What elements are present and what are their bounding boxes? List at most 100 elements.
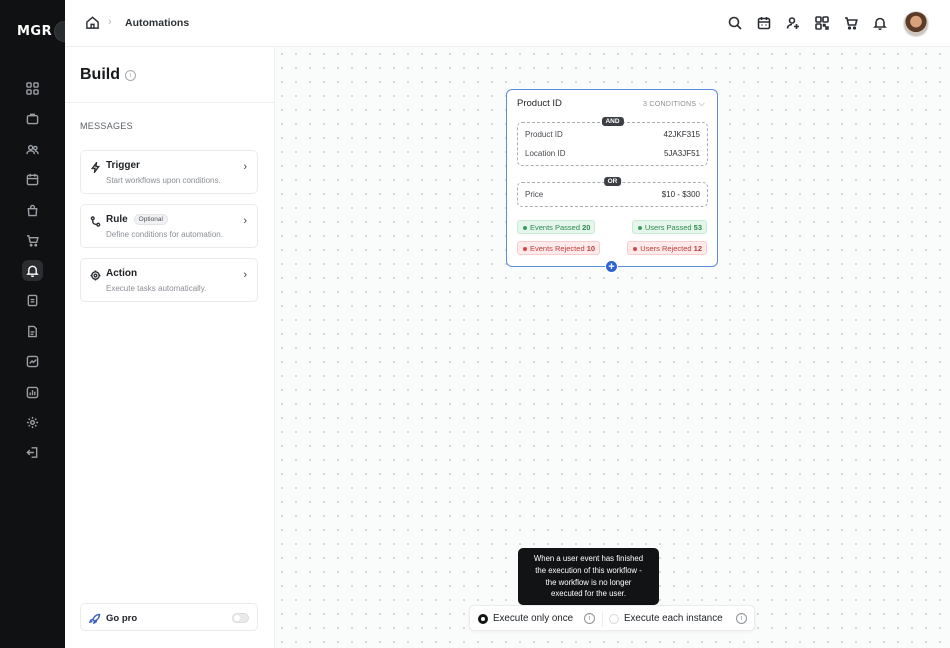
page-title: Build: [80, 66, 120, 83]
execute-once-radio[interactable]: [478, 614, 488, 624]
route-icon: [90, 214, 101, 227]
briefcase-icon: [26, 113, 39, 125]
events-passed-badge: Events Passed 20: [517, 220, 596, 234]
add-user-button[interactable]: [785, 15, 801, 31]
and-badge: AND: [601, 117, 624, 126]
nav-dashboard[interactable]: [22, 78, 43, 99]
app-logo: MGR: [17, 24, 53, 39]
execution-mode-bar: Execute only once i Execute each instanc…: [469, 605, 755, 631]
info-icon[interactable]: i: [736, 613, 747, 624]
rule-description: Define conditions for automation.: [106, 230, 223, 239]
document-icon: [27, 294, 38, 307]
go-pro-label: Go pro: [106, 613, 138, 624]
condition-label: Price: [525, 190, 544, 199]
optional-badge: Optional: [133, 214, 168, 225]
user-add-icon: [786, 17, 799, 29]
rocket-icon: [88, 612, 101, 625]
stat-label: Users Passed: [644, 223, 692, 232]
home-icon: [86, 16, 99, 29]
conditions-dropdown[interactable]: 3 CONDITIONS ⌵: [643, 99, 705, 109]
cart-icon: [26, 235, 39, 247]
conditions-label: 3 CONDITIONS: [642, 101, 697, 108]
home-button[interactable]: [85, 15, 101, 31]
node-title: Product ID: [517, 98, 562, 109]
avatar[interactable]: [903, 11, 929, 37]
nav-documents[interactable]: [22, 290, 43, 311]
divider: [602, 611, 603, 627]
top-bar: › Automations: [65, 0, 950, 47]
breadcrumb-current[interactable]: Automations: [125, 17, 189, 29]
action-description: Execute tasks automatically.: [106, 284, 207, 293]
chevron-right-icon: ›: [243, 161, 247, 173]
stat-label: Users Rejected: [640, 244, 692, 253]
qr-icon: [815, 16, 829, 30]
execution-tooltip: When a user event has finished the execu…: [518, 548, 659, 610]
nav-users[interactable]: [22, 139, 43, 160]
go-pro-toggle[interactable]: [232, 613, 249, 623]
section-label: MESSAGES: [80, 121, 133, 131]
action-title: Action: [106, 268, 138, 279]
condition-label: Product ID: [525, 130, 563, 139]
stat-value: 12: [693, 244, 702, 253]
condition-label: Location ID: [525, 149, 566, 158]
trigger-card[interactable]: Trigger Start workflows upon conditions.…: [80, 150, 258, 194]
chevron-right-icon: ›: [243, 269, 247, 281]
calendar-button[interactable]: [756, 15, 772, 31]
or-badge: OR: [603, 177, 622, 186]
file-icon: [28, 325, 37, 338]
stat-value: 53: [693, 223, 702, 232]
users-rejected-badge: Users Rejected 12: [627, 241, 707, 255]
rule-title-text: Rule: [106, 214, 128, 225]
condition-row: Product ID 42JKF315: [525, 130, 700, 139]
add-step-button[interactable]: +: [605, 260, 618, 273]
or-group: OR Price $10 - $300: [517, 177, 708, 207]
rule-card[interactable]: Rule Optional Define conditions for autom…: [80, 204, 258, 248]
nav-cart[interactable]: [22, 230, 43, 251]
nav-work[interactable]: [22, 108, 43, 129]
bell-icon: [873, 17, 887, 30]
events-rejected-badge: Events Rejected 10: [517, 241, 601, 255]
nav-files[interactable]: [22, 321, 43, 342]
stat-value: 20: [582, 223, 591, 232]
qr-button[interactable]: [814, 15, 830, 31]
trigger-description: Start workflows upon conditions.: [106, 176, 221, 185]
nav-automations[interactable]: [22, 260, 43, 281]
info-icon[interactable]: i: [584, 613, 595, 624]
condition-value: 5JA3JF51: [663, 149, 700, 158]
execute-each-label[interactable]: Execute each instance: [624, 613, 723, 624]
bell-icon: [26, 265, 39, 277]
info-icon[interactable]: i: [125, 70, 136, 81]
target-icon: [90, 268, 101, 281]
chevron-down-icon: ⌵: [698, 99, 705, 108]
action-card[interactable]: Action Execute tasks automatically. ›: [80, 258, 258, 302]
users-passed-badge: Users Passed 53: [631, 220, 707, 234]
trigger-title: Trigger: [106, 160, 140, 171]
search-icon: [728, 16, 742, 30]
rule-title: Rule Optional: [106, 214, 168, 225]
grid-icon: [26, 82, 39, 95]
nav-settings[interactable]: [22, 412, 43, 433]
tooltip-line: When a user event has finished: [533, 554, 644, 563]
notifications-button[interactable]: [872, 15, 888, 31]
bar-chart-icon: [26, 386, 39, 399]
condition-row: Price $10 - $300: [525, 190, 700, 199]
calendar-icon: [26, 173, 39, 186]
execute-once-label[interactable]: Execute only once: [493, 613, 573, 624]
cart-button[interactable]: [843, 15, 859, 31]
stat-label: Events Passed: [530, 223, 581, 232]
nav-calendar[interactable]: [22, 169, 43, 190]
stat-value: 10: [586, 244, 596, 253]
workflow-node[interactable]: Product ID 3 CONDITIONS ⌵ AND Product ID…: [506, 89, 718, 267]
build-panel: Build i MESSAGES Trigger Start workflows…: [65, 47, 275, 648]
search-button[interactable]: [727, 15, 743, 31]
condition-value: $10 - $300: [661, 190, 700, 199]
nav-analytics[interactable]: [22, 382, 43, 403]
and-group: AND Product ID 42JKF315 Location ID 5JA3…: [517, 117, 708, 166]
nav-logout[interactable]: [22, 442, 43, 463]
nav-reports[interactable]: [22, 351, 43, 372]
go-pro-card[interactable]: Go pro: [80, 603, 258, 631]
divider: [65, 102, 275, 103]
execute-each-radio[interactable]: [609, 614, 619, 624]
sidebar-rail: MGR: [0, 0, 75, 648]
nav-shop[interactable]: [22, 200, 43, 221]
